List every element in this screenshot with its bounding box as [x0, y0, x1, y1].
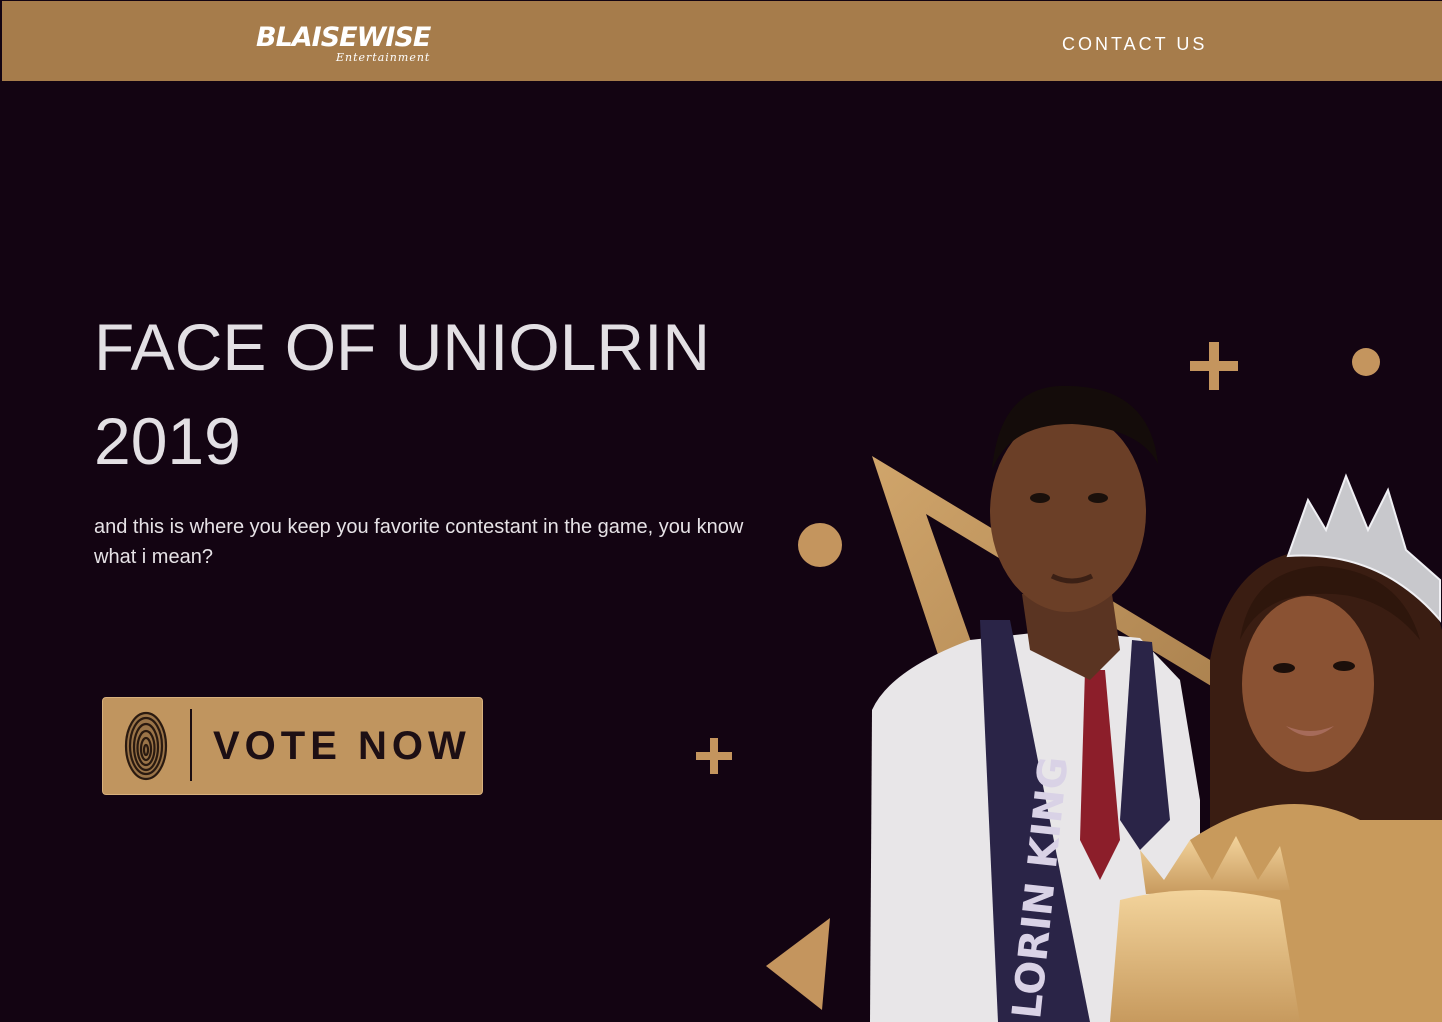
hero-title-line1: FACE OF UNIOLRIN	[94, 310, 711, 384]
plus-icon	[696, 738, 732, 774]
contestants-photo: LORIN KING	[870, 385, 1442, 1022]
contact-us-link[interactable]: CONTACT US	[1062, 34, 1207, 54]
vote-now-label: VOTE NOW	[213, 724, 471, 768]
hero-title: FACE OF UNIOLRIN 2019	[94, 300, 814, 488]
fingerprint-icon	[124, 711, 168, 781]
navbar: BLAISEWISE Entertainment CONTACT US	[2, 1, 1442, 81]
button-divider	[190, 709, 192, 781]
logo[interactable]: BLAISEWISE Entertainment	[256, 21, 456, 71]
vote-now-button[interactable]: VOTE NOW	[102, 697, 483, 795]
circle-icon	[1352, 348, 1380, 376]
page: BLAISEWISE Entertainment CONTACT US FACE…	[0, 0, 1442, 1022]
hero-title-line2: 2019	[94, 404, 241, 478]
hero-description: and this is where you keep you favorite …	[94, 516, 744, 568]
logo-subtitle: Entertainment	[336, 51, 431, 64]
logo-wordmark: BLAISEWISE	[256, 21, 431, 55]
logo-text: BLAISEWISE	[256, 22, 431, 53]
